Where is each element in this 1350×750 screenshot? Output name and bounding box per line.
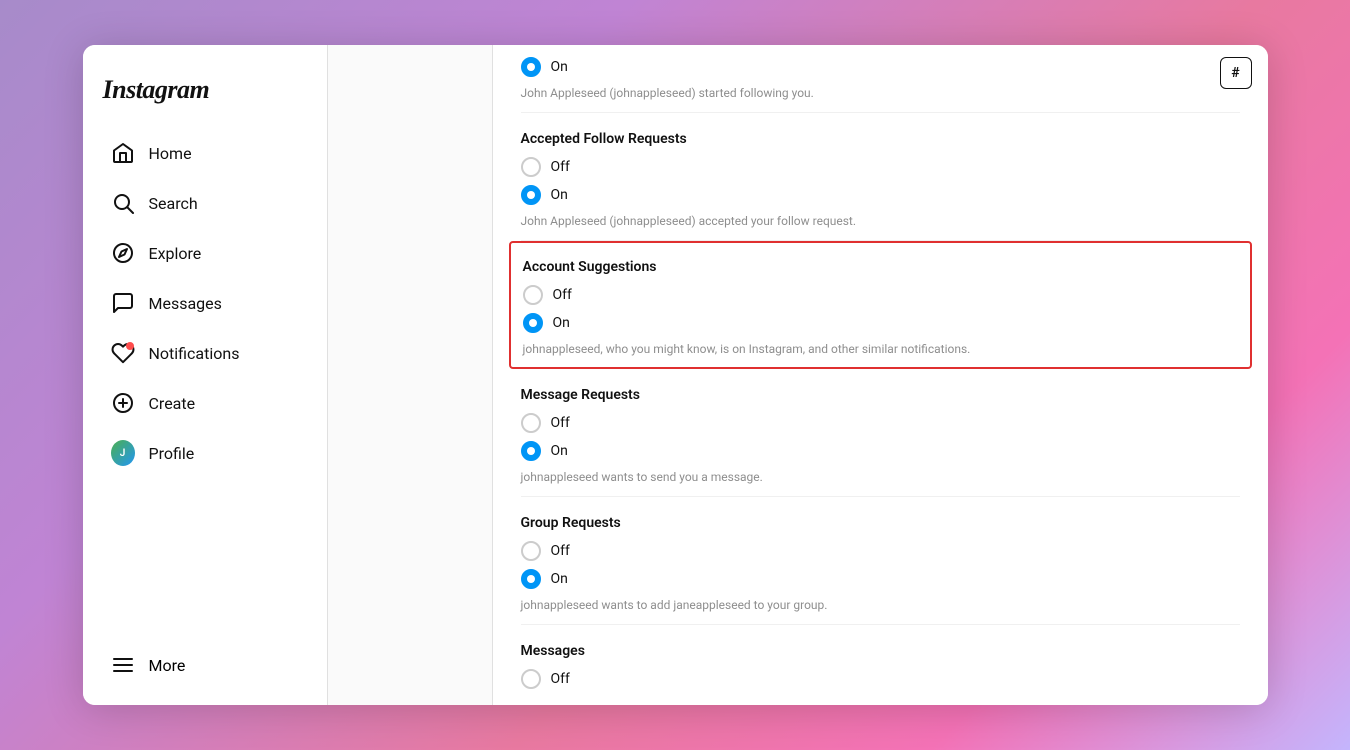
new-followers-on-radio[interactable] bbox=[521, 57, 541, 77]
messages-off-option[interactable]: Off bbox=[521, 669, 1240, 689]
sidebar-item-profile[interactable]: J Profile bbox=[91, 429, 319, 477]
sidebar-item-create[interactable]: Create bbox=[91, 379, 319, 427]
new-followers-on-label: On bbox=[551, 59, 568, 75]
settings-nav-panel bbox=[328, 45, 493, 705]
more-icon bbox=[111, 653, 135, 677]
main-area: # On John Appleseed (johnappleseed) star… bbox=[328, 45, 1268, 705]
sidebar-nav: Home Search bbox=[83, 129, 327, 641]
accepted-follow-desc: John Appleseed (johnappleseed) accepted … bbox=[521, 213, 1240, 230]
new-followers-on-option[interactable]: On bbox=[521, 57, 1240, 77]
accepted-follow-on-label: On bbox=[551, 187, 568, 203]
accepted-follow-off-radio[interactable] bbox=[521, 157, 541, 177]
search-label: Search bbox=[149, 194, 198, 213]
accepted-follow-radio-group: Off On bbox=[521, 157, 1240, 205]
group-requests-on-option[interactable]: On bbox=[521, 569, 1240, 589]
sidebar: Instagram Home bbox=[83, 45, 328, 705]
accepted-follow-on-radio[interactable] bbox=[521, 185, 541, 205]
search-icon bbox=[111, 191, 135, 215]
group-requests-off-radio[interactable] bbox=[521, 541, 541, 561]
new-followers-radio-group: On bbox=[521, 57, 1240, 77]
more-label: More bbox=[149, 656, 186, 675]
message-requests-radio-group: Off On bbox=[521, 413, 1240, 461]
home-icon bbox=[111, 141, 135, 165]
messages-section: Messages Off bbox=[521, 625, 1240, 705]
messages-radio-group: Off bbox=[521, 669, 1240, 689]
account-suggestions-off-label: Off bbox=[553, 287, 572, 303]
notifications-label: Notifications bbox=[149, 344, 240, 363]
group-requests-title: Group Requests bbox=[521, 515, 1240, 531]
messages-icon bbox=[111, 291, 135, 315]
account-suggestions-off-option[interactable]: Off bbox=[523, 285, 1238, 305]
group-requests-on-radio[interactable] bbox=[521, 569, 541, 589]
sidebar-item-more[interactable]: More bbox=[91, 641, 319, 689]
sidebar-item-search[interactable]: Search bbox=[91, 179, 319, 227]
message-requests-off-option[interactable]: Off bbox=[521, 413, 1240, 433]
content-panel: # On John Appleseed (johnappleseed) star… bbox=[493, 45, 1268, 705]
account-suggestions-on-radio[interactable] bbox=[523, 313, 543, 333]
account-suggestions-on-option[interactable]: On bbox=[523, 313, 1238, 333]
group-requests-off-option[interactable]: Off bbox=[521, 541, 1240, 561]
sidebar-item-home[interactable]: Home bbox=[91, 129, 319, 177]
message-requests-on-label: On bbox=[551, 443, 568, 459]
sidebar-item-notifications[interactable]: Notifications bbox=[91, 329, 319, 377]
new-followers-desc: John Appleseed (johnappleseed) started f… bbox=[521, 85, 1240, 102]
notification-settings-section: On John Appleseed (johnappleseed) starte… bbox=[493, 45, 1268, 705]
home-label: Home bbox=[149, 144, 192, 163]
sidebar-item-explore[interactable]: Explore bbox=[91, 229, 319, 277]
sidebar-item-messages[interactable]: Messages bbox=[91, 279, 319, 327]
group-requests-section: Group Requests Off On johnappleseed want… bbox=[521, 497, 1240, 625]
group-requests-desc: johnappleseed wants to add janeappleseed… bbox=[521, 597, 1240, 614]
account-suggestions-title: Account Suggestions bbox=[523, 259, 1238, 275]
message-requests-desc: johnappleseed wants to send you a messag… bbox=[521, 469, 1240, 486]
account-suggestions-desc: johnappleseed, who you might know, is on… bbox=[523, 341, 1238, 358]
profile-label: Profile bbox=[149, 444, 195, 463]
accepted-follow-off-option[interactable]: Off bbox=[521, 157, 1240, 177]
group-requests-radio-group: Off On bbox=[521, 541, 1240, 589]
account-suggestions-radio-group: Off On bbox=[523, 285, 1238, 333]
app-window: Instagram Home bbox=[83, 45, 1268, 705]
message-requests-off-radio[interactable] bbox=[521, 413, 541, 433]
message-requests-off-label: Off bbox=[551, 415, 570, 431]
create-icon bbox=[111, 391, 135, 415]
message-requests-on-option[interactable]: On bbox=[521, 441, 1240, 461]
threads-icon[interactable]: # bbox=[1220, 57, 1252, 89]
account-suggestions-section: Account Suggestions Off On johnappleseed… bbox=[509, 241, 1252, 370]
group-requests-on-label: On bbox=[551, 571, 568, 587]
account-suggestions-on-label: On bbox=[553, 315, 570, 331]
notifications-icon bbox=[111, 341, 135, 365]
new-followers-section: On John Appleseed (johnappleseed) starte… bbox=[521, 45, 1240, 113]
accepted-follow-requests-title: Accepted Follow Requests bbox=[521, 131, 1240, 147]
accepted-follow-off-label: Off bbox=[551, 159, 570, 175]
group-requests-off-label: Off bbox=[551, 543, 570, 559]
message-requests-title: Message Requests bbox=[521, 387, 1240, 403]
account-suggestions-off-radio[interactable] bbox=[523, 285, 543, 305]
accepted-follow-on-option[interactable]: On bbox=[521, 185, 1240, 205]
explore-icon bbox=[111, 241, 135, 265]
hash-label: # bbox=[1231, 65, 1239, 81]
messages-label: Messages bbox=[149, 294, 222, 313]
accepted-follow-requests-section: Accepted Follow Requests Off On John App… bbox=[521, 113, 1240, 241]
message-requests-section: Message Requests Off On johnappleseed wa… bbox=[521, 369, 1240, 497]
messages-off-radio[interactable] bbox=[521, 669, 541, 689]
instagram-logo: Instagram bbox=[83, 65, 327, 129]
messages-off-label: Off bbox=[551, 671, 570, 687]
avatar: J bbox=[111, 440, 135, 466]
messages-title: Messages bbox=[521, 643, 1240, 659]
explore-label: Explore bbox=[149, 244, 202, 263]
profile-icon: J bbox=[111, 441, 135, 465]
message-requests-on-radio[interactable] bbox=[521, 441, 541, 461]
create-label: Create bbox=[149, 394, 196, 413]
notification-badge bbox=[126, 342, 134, 350]
